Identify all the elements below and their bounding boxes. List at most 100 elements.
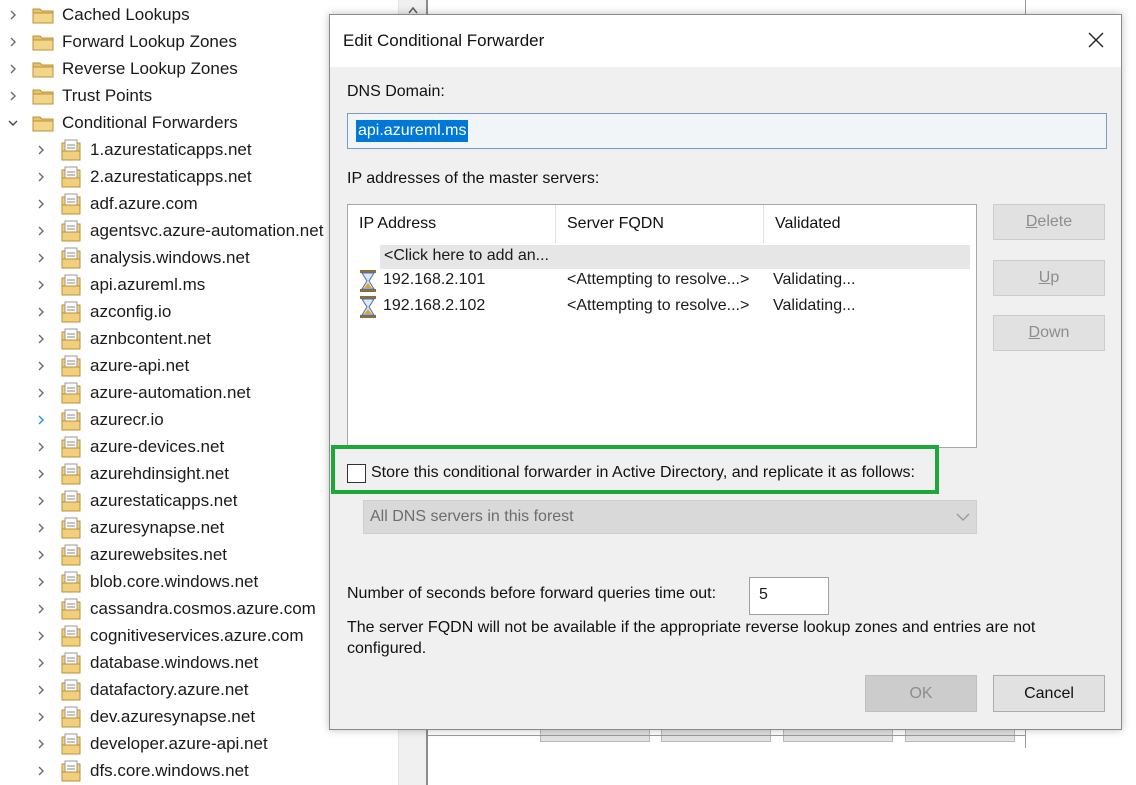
- close-icon: [1088, 32, 1104, 48]
- chevron-down-icon[interactable]: [6, 116, 20, 130]
- chevron-right-icon[interactable]: [34, 224, 48, 238]
- tree-item-label: azuresynapse.net: [90, 517, 225, 537]
- tree-item-zone[interactable]: azuresynapse.net: [34, 514, 224, 541]
- tree-item-zone[interactable]: azurestaticapps.net: [34, 487, 237, 514]
- chevron-right-icon[interactable]: [34, 521, 48, 535]
- chevron-right-icon[interactable]: [34, 170, 48, 184]
- chevron-right-icon[interactable]: [34, 494, 48, 508]
- tree-item-zone[interactable]: blob.core.windows.net: [34, 568, 258, 595]
- column-header-validated[interactable]: Validated: [764, 205, 978, 243]
- tree-item-label: azurestaticapps.net: [90, 490, 238, 510]
- server-fqdn-cell: <Attempting to resolve...>: [567, 297, 750, 314]
- chevron-right-icon[interactable]: [34, 359, 48, 373]
- tree-item-zone[interactable]: datafactory.azure.net: [34, 676, 248, 703]
- tree-item-zone[interactable]: database.windows.net: [34, 649, 258, 676]
- zone-icon: [60, 706, 82, 728]
- tree-item-zone[interactable]: agentsvc.azure-automation.net: [34, 217, 323, 244]
- table-row[interactable]: 192.168.2.101 <Attempting to resolve...>…: [348, 268, 968, 294]
- master-servers-list[interactable]: IP Address Server FQDN Validated <Click …: [347, 204, 977, 448]
- tree-item-label: dfs.core.windows.net: [90, 760, 249, 780]
- chevron-right-icon[interactable]: [34, 548, 48, 562]
- chevron-right-icon[interactable]: [34, 440, 48, 454]
- chevron-right-icon[interactable]: [34, 197, 48, 211]
- tree-item-label: azconfig.io: [90, 301, 172, 321]
- chevron-right-icon[interactable]: [34, 143, 48, 157]
- column-header-server-fqdn[interactable]: Server FQDN: [556, 205, 764, 243]
- tree-item-zone[interactable]: azure-automation.net: [34, 379, 251, 406]
- chevron-right-icon[interactable]: [6, 89, 20, 103]
- tree-item-zone[interactable]: analysis.windows.net: [34, 244, 250, 271]
- zone-icon: [60, 463, 82, 485]
- chevron-right-icon[interactable]: [34, 413, 48, 427]
- tree-item-zone[interactable]: azurewebsites.net: [34, 541, 227, 568]
- down-button[interactable]: Down: [993, 315, 1105, 351]
- chevron-right-icon[interactable]: [34, 278, 48, 292]
- tree-item-zone[interactable]: azure-api.net: [34, 352, 189, 379]
- tree-item-zone[interactable]: azure-devices.net: [34, 433, 224, 460]
- tree-item-label: 1.azurestaticapps.net: [90, 139, 252, 159]
- zone-icon: [60, 679, 82, 701]
- tree-item-zone[interactable]: api.azureml.ms: [34, 271, 205, 298]
- store-in-active-directory-checkbox[interactable]: [347, 464, 366, 483]
- tree-item-zone[interactable]: azurecr.io: [34, 406, 164, 433]
- tree-item-zone[interactable]: developer.azure-api.net: [34, 730, 268, 757]
- chevron-right-icon[interactable]: [34, 386, 48, 400]
- tree-item-folder[interactable]: Cached Lookups: [6, 1, 190, 28]
- chevron-right-icon[interactable]: [6, 8, 20, 22]
- add-ip-row[interactable]: <Click here to add an...: [380, 245, 970, 269]
- tree-item-zone[interactable]: 2.azurestaticapps.net: [34, 163, 252, 190]
- tree-item-zone[interactable]: cognitiveservices.azure.com: [34, 622, 304, 649]
- tree-item-zone[interactable]: adf.azure.com: [34, 190, 198, 217]
- delete-button[interactable]: Delete: [993, 204, 1105, 240]
- chevron-right-icon[interactable]: [34, 467, 48, 481]
- chevron-right-icon[interactable]: [34, 251, 48, 265]
- tree-item-zone[interactable]: azurehdinsight.net: [34, 460, 229, 487]
- chevron-right-icon[interactable]: [34, 764, 48, 778]
- chevron-right-icon[interactable]: [34, 305, 48, 319]
- zone-icon: [60, 598, 82, 620]
- zone-icon: [60, 571, 82, 593]
- close-button[interactable]: [1071, 15, 1121, 65]
- tree-item-folder[interactable]: Forward Lookup Zones: [6, 28, 237, 55]
- scroll-up-arrow-icon[interactable]: [408, 6, 418, 14]
- folder-icon: [32, 114, 54, 132]
- tree-item-folder[interactable]: Trust Points: [6, 82, 152, 109]
- tree-item-zone[interactable]: dev.azuresynapse.net: [34, 703, 255, 730]
- ok-button[interactable]: OK: [865, 675, 977, 712]
- chevron-right-icon[interactable]: [34, 602, 48, 616]
- tree-item-zone[interactable]: aznbcontent.net: [34, 325, 211, 352]
- chevron-right-icon[interactable]: [34, 683, 48, 697]
- folder-icon: [32, 87, 54, 105]
- background-window-border: [426, 748, 434, 785]
- chevron-right-icon[interactable]: [6, 62, 20, 76]
- timeout-label: Number of seconds before forward queries…: [347, 585, 717, 602]
- zone-icon: [60, 652, 82, 674]
- tree-item-folder[interactable]: Reverse Lookup Zones: [6, 55, 238, 82]
- timeout-seconds-input[interactable]: 5: [749, 577, 829, 615]
- tree-item-zone[interactable]: dfs.core.windows.net: [34, 757, 249, 784]
- chevron-right-icon[interactable]: [6, 35, 20, 49]
- up-button[interactable]: Up: [993, 260, 1105, 296]
- chevron-right-icon[interactable]: [34, 575, 48, 589]
- tree-item-zone[interactable]: cassandra.cosmos.azure.com: [34, 595, 316, 622]
- tree-item-zone[interactable]: 1.azurestaticapps.net: [34, 136, 252, 163]
- zone-icon: [60, 490, 82, 512]
- column-header-ip-address[interactable]: IP Address: [348, 205, 556, 243]
- tree-item-label: Forward Lookup Zones: [62, 31, 237, 51]
- dns-domain-input[interactable]: api.azureml.ms: [347, 113, 1107, 149]
- chevron-right-icon[interactable]: [34, 629, 48, 643]
- dialog-titlebar[interactable]: Edit Conditional Forwarder: [330, 15, 1121, 67]
- tree-item-zone[interactable]: azconfig.io: [34, 298, 171, 325]
- timeout-seconds-value: 5: [759, 586, 768, 603]
- store-in-active-directory-label[interactable]: Store this conditional forwarder in Acti…: [371, 464, 915, 482]
- chevron-right-icon[interactable]: [34, 656, 48, 670]
- chevron-right-icon[interactable]: [34, 737, 48, 751]
- replication-scope-select[interactable]: All DNS servers in this forest: [363, 500, 977, 534]
- cancel-button[interactable]: Cancel: [993, 675, 1105, 712]
- chevron-right-icon[interactable]: [34, 710, 48, 724]
- tree-item-folder[interactable]: Conditional Forwarders: [6, 109, 238, 136]
- tree-item-label: agentsvc.azure-automation.net: [90, 220, 324, 240]
- tree-item-label: analysis.windows.net: [90, 247, 250, 267]
- table-row[interactable]: 192.168.2.102 <Attempting to resolve...>…: [348, 294, 968, 320]
- chevron-right-icon[interactable]: [34, 332, 48, 346]
